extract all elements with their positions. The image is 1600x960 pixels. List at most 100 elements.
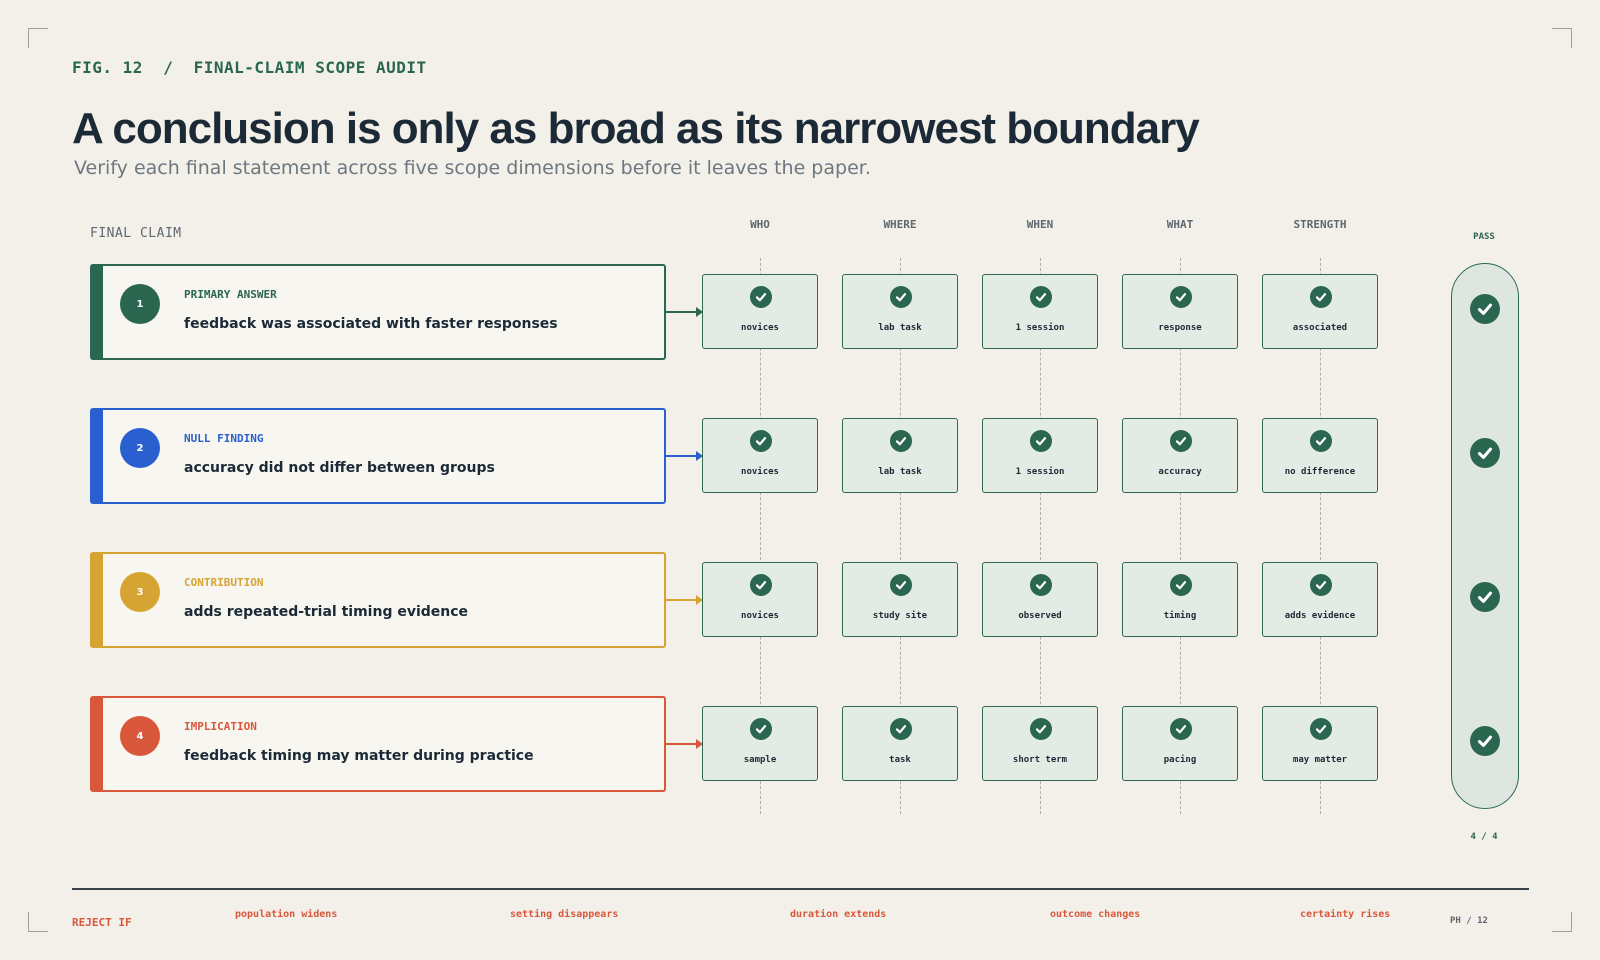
claim-connector-arrow (666, 451, 703, 461)
check-circle-icon (890, 430, 912, 452)
scope-cell-value: adds evidence (1284, 611, 1356, 621)
claim-card-3: 3 CONTRIBUTION adds repeated-trial timing … (90, 552, 666, 648)
claim-card-2: 2 NULL FINDING accuracy did not differ bet… (90, 408, 666, 504)
scope-cell-value: accuracy (1158, 467, 1202, 477)
claim-connector-arrow (666, 739, 703, 749)
scope-cell-value: observed (1018, 611, 1062, 621)
claim-text: feedback was associated with faster resp… (184, 316, 558, 332)
scope-cell-where: study site (842, 562, 958, 637)
check-circle-icon (1310, 718, 1332, 740)
reject-condition: outcome changes (1050, 909, 1141, 920)
scope-cell-what: accuracy (1122, 418, 1238, 493)
check-circle-icon (1310, 286, 1332, 308)
scope-cell-who: novices (702, 418, 818, 493)
check-circle-icon (1030, 286, 1052, 308)
scope-cell-value: study site (872, 611, 928, 621)
check-circle-icon (1470, 438, 1500, 468)
claim-text: adds repeated-trial timing evidence (184, 604, 469, 620)
scope-cell-when: 1 session (982, 418, 1098, 493)
scope-cell-value: response (1158, 323, 1202, 333)
check-circle-icon (1170, 718, 1192, 740)
scope-cell-value: timing (1163, 611, 1197, 621)
figure-label: FIG. 12 / FINAL-CLAIM SCOPE AUDIT (72, 58, 427, 77)
scope-cell-who: sample (702, 706, 818, 781)
check-circle-icon (1170, 574, 1192, 596)
column-header-when: WHEN (1026, 218, 1054, 231)
scope-cell-value: novices (741, 611, 779, 621)
claim-card-1: 1 PRIMARY ANSWER feedback was associated w… (90, 264, 666, 360)
check-circle-icon (1030, 574, 1052, 596)
scope-cell-what: timing (1122, 562, 1238, 637)
scope-cell-strength: may matter (1262, 706, 1378, 781)
page-subtitle: Verify each final statement across five … (74, 157, 871, 179)
corner-mark-bottom-right (1552, 912, 1572, 932)
scope-cell-what: response (1122, 274, 1238, 349)
check-circle-icon (1310, 574, 1332, 596)
claim-kind-label: IMPLICATION (184, 720, 257, 733)
scope-cell-where: task (842, 706, 958, 781)
scope-cell-where: lab task (842, 274, 958, 349)
claim-connector-arrow (666, 307, 703, 317)
check-circle-icon (1470, 726, 1500, 756)
scope-cell-who: novices (702, 274, 818, 349)
claim-card-4: 4 IMPLICATION feedback timing may matter d… (90, 696, 666, 792)
claim-kind-label: CONTRIBUTION (184, 576, 264, 589)
page-number: PH / 12 (1450, 916, 1488, 926)
column-header-what: WHAT (1166, 218, 1194, 231)
page-title: A conclusion is only as broad as its nar… (72, 104, 1200, 153)
scope-cell-value: 1 session (1015, 323, 1065, 333)
reject-condition: certainty rises (1300, 909, 1391, 920)
check-circle-icon (1310, 430, 1332, 452)
reject-condition: setting disappears (510, 909, 619, 920)
claim-kind-label: NULL FINDING (184, 432, 264, 445)
scope-cell-value: novices (741, 323, 779, 333)
check-circle-icon (1030, 718, 1052, 740)
reject-condition: population widens (235, 909, 338, 920)
scope-cell-value: lab task (878, 467, 922, 477)
check-circle-icon (1470, 294, 1500, 324)
column-header-strength: STRENGTH (1293, 218, 1347, 231)
claim-text: accuracy did not differ between groups (184, 460, 495, 476)
scope-cell-value: 1 session (1015, 467, 1065, 477)
claim-number-badge: 2 (120, 428, 160, 468)
claim-number-badge: 3 (120, 572, 160, 612)
check-circle-icon (750, 718, 772, 740)
reject-label: REJECT IF (72, 916, 132, 929)
corner-mark-top-left (28, 28, 48, 48)
pass-count: 4 / 4 (1470, 832, 1498, 842)
scope-cell-strength: associated (1262, 274, 1378, 349)
check-circle-icon (890, 574, 912, 596)
claim-text: feedback timing may matter during practi… (184, 748, 534, 764)
check-circle-icon (1170, 286, 1192, 308)
scope-cell-value: task (889, 755, 911, 765)
scope-cell-where: lab task (842, 418, 958, 493)
scope-cell-when: short term (982, 706, 1098, 781)
check-circle-icon (890, 286, 912, 308)
claim-connector-arrow (666, 595, 703, 605)
check-circle-icon (750, 574, 772, 596)
check-circle-icon (1030, 430, 1052, 452)
scope-cell-value: associated (1292, 323, 1348, 333)
column-header-who: WHO (750, 218, 770, 231)
pass-header: PASS (1473, 232, 1495, 242)
scope-cell-strength: no difference (1262, 418, 1378, 493)
check-circle-icon (1170, 430, 1192, 452)
check-circle-icon (750, 430, 772, 452)
scope-cell-when: observed (982, 562, 1098, 637)
claim-number-badge: 4 (120, 716, 160, 756)
scope-cell-value: may matter (1292, 755, 1348, 765)
scope-cell-value: novices (741, 467, 779, 477)
check-circle-icon (890, 718, 912, 740)
scope-cell-value: short term (1012, 755, 1068, 765)
scope-cell-strength: adds evidence (1262, 562, 1378, 637)
column-header-where: WHERE (883, 218, 917, 231)
check-circle-icon (750, 286, 772, 308)
scope-cell-when: 1 session (982, 274, 1098, 349)
reject-condition: duration extends (790, 909, 887, 920)
footer-divider (72, 888, 1529, 890)
scope-cell-who: novices (702, 562, 818, 637)
claim-number-badge: 1 (120, 284, 160, 324)
corner-mark-top-right (1552, 28, 1572, 48)
scope-cell-value: sample (743, 755, 777, 765)
check-circle-icon (1470, 582, 1500, 612)
